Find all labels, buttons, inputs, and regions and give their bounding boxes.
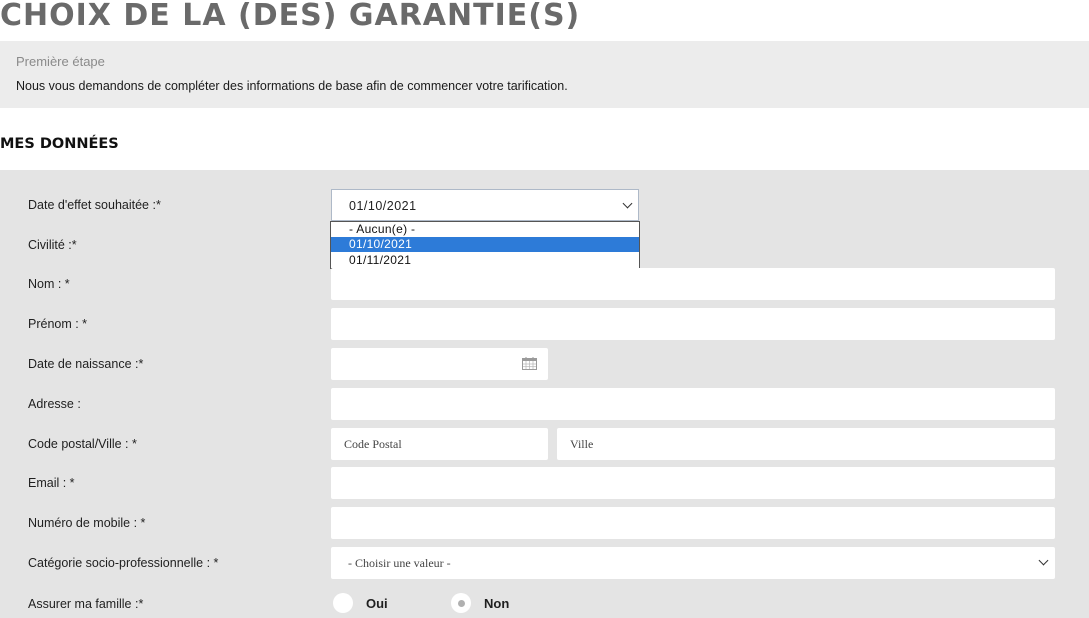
nom-label: Nom : * <box>28 277 70 291</box>
calendar-icon[interactable] <box>522 357 537 370</box>
mobile-input[interactable] <box>331 507 1055 539</box>
chevron-down-icon <box>1038 555 1049 566</box>
date-effet-value: 01/10/2021 <box>349 199 417 213</box>
famille-label: Assurer ma famille :* <box>28 597 144 611</box>
prenom-input[interactable] <box>331 308 1055 340</box>
ville-placeholder: Ville <box>570 437 594 451</box>
email-input[interactable] <box>331 467 1055 499</box>
nom-input[interactable] <box>331 268 1055 300</box>
civilite-label: Civilité :* <box>28 238 77 252</box>
radio-selected-dot <box>458 600 465 607</box>
csp-select[interactable]: - Choisir une valeur - <box>331 547 1055 579</box>
dropdown-option[interactable]: 01/11/2021 <box>331 253 639 268</box>
prenom-label: Prénom : * <box>28 317 88 331</box>
step-box <box>0 41 1089 108</box>
csp-value: - Choisir une valeur - <box>348 556 451 570</box>
chevron-down-icon <box>622 198 633 209</box>
date-effet-label: Date d'effet souhaitée :* <box>28 198 161 212</box>
radio-non-label: Non <box>484 596 510 611</box>
naissance-label: Date de naissance :* <box>28 357 144 371</box>
adresse-input[interactable] <box>331 388 1055 420</box>
csp-label: Catégorie socio-professionnelle : * <box>28 556 219 570</box>
page-title: CHOIX DE LA (DES) GARANTIE(S) <box>0 0 581 33</box>
adresse-label: Adresse : <box>28 397 81 411</box>
radio-oui[interactable] <box>333 593 353 613</box>
mobile-label: Numéro de mobile : * <box>28 516 146 530</box>
radio-non[interactable] <box>451 593 471 613</box>
radio-oui-label: Oui <box>366 596 388 611</box>
date-effet-dropdown: - Aucun(e) - 01/10/2021 01/11/2021 <box>330 221 640 269</box>
section-title: MES DONNÉES <box>0 136 119 152</box>
dropdown-option-selected[interactable]: 01/10/2021 <box>331 237 639 252</box>
ville-input[interactable]: Ville <box>557 428 1055 460</box>
code-postal-placeholder: Code Postal <box>344 437 402 451</box>
step-description: Nous vous demandons de compléter des inf… <box>16 79 568 93</box>
dropdown-option-none[interactable]: - Aucun(e) - <box>331 222 639 237</box>
step-title: Première étape <box>16 54 105 69</box>
naissance-input[interactable] <box>331 348 548 380</box>
date-effet-select[interactable]: 01/10/2021 <box>331 189 639 221</box>
email-label: Email : * <box>28 476 75 490</box>
code-ville-label: Code postal/Ville : * <box>28 437 137 451</box>
code-postal-input[interactable]: Code Postal <box>331 428 548 460</box>
